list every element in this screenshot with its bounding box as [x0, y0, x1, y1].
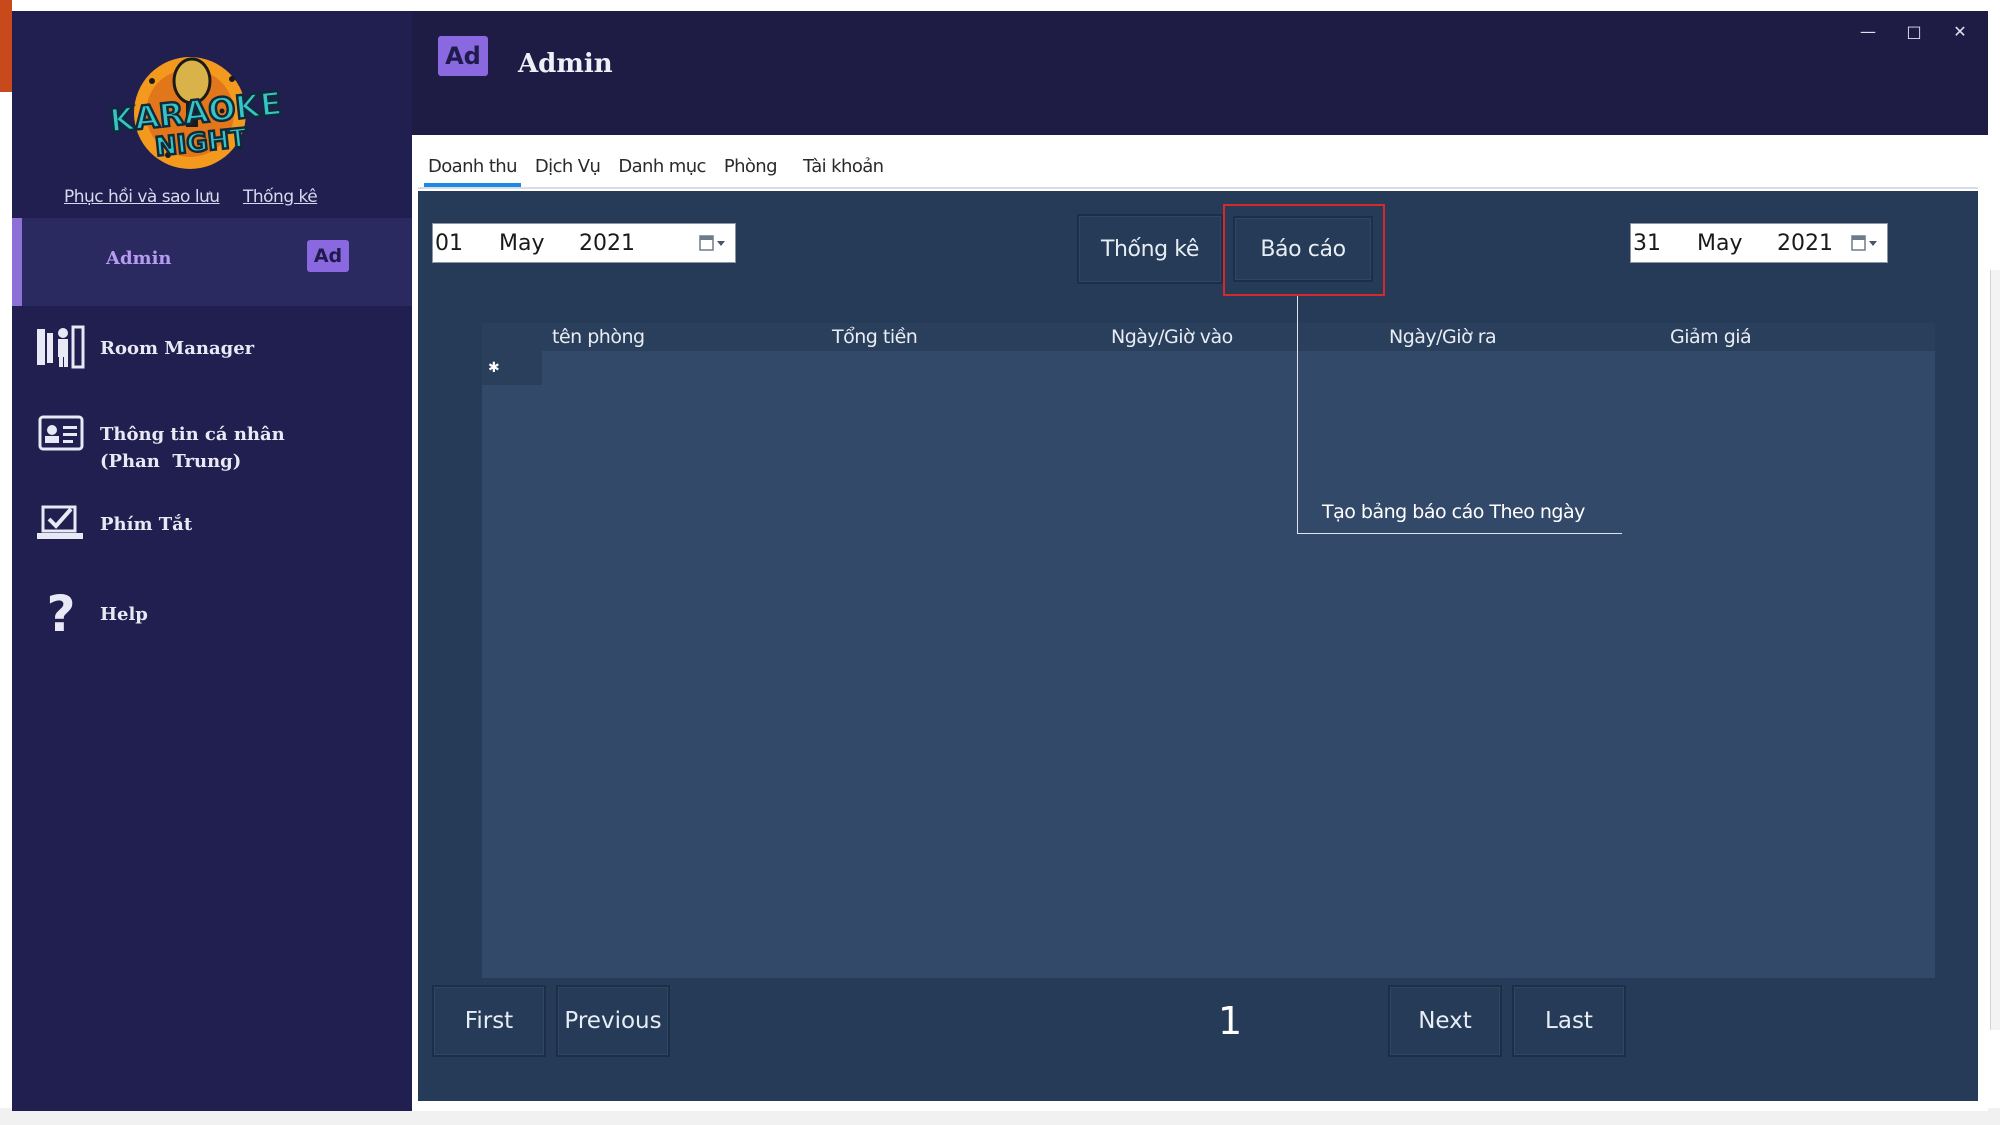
column-header-total[interactable]: Tổng tiền [832, 326, 918, 348]
calendar-dropdown-icon[interactable] [1851, 234, 1879, 252]
backup-restore-link[interactable]: Phục hồi và sao lưu [64, 187, 220, 207]
background-app-edge [0, 0, 12, 92]
new-row-indicator-icon: ✱ [482, 351, 542, 385]
page-number: 1 [1218, 999, 1243, 1043]
first-page-button[interactable]: First [432, 985, 546, 1057]
statistics-button[interactable]: Thống kê [1077, 214, 1223, 284]
calendar-dropdown-icon[interactable] [699, 234, 727, 252]
sidebar-item-label: Phím Tắt [100, 514, 193, 535]
from-date-picker[interactable]: 01 May 2021 [432, 223, 736, 263]
tab-revenue[interactable]: Doanh thu [424, 156, 521, 187]
column-header-check-out[interactable]: Ngày/Giờ ra [1389, 326, 1497, 348]
annotation-leader-vertical [1297, 296, 1298, 533]
column-header-discount[interactable]: Giảm giá [1670, 326, 1752, 348]
content-area: Doanh thu Dịch Vụ Danh mục Phòng Tài kho… [412, 135, 1988, 1111]
from-year[interactable]: 2021 [579, 231, 689, 256]
sidebar-item-label: Help [100, 604, 148, 625]
close-button[interactable]: ✕ [1952, 22, 1968, 41]
column-header-check-in[interactable]: Ngày/Giờ vào [1111, 326, 1233, 348]
sidebar-item-admin[interactable]: Admin Ad [12, 218, 412, 306]
last-page-button[interactable]: Last [1512, 985, 1626, 1057]
page-title: Admin [518, 49, 613, 79]
admin-label: Admin [106, 248, 172, 269]
window-controls: — □ ✕ [1860, 22, 1968, 41]
sidebar-item-label: Thông tin cá nhân (Phan Trung) [100, 424, 285, 472]
question-mark-icon: ? [36, 585, 86, 637]
sidebar-item-room-manager[interactable]: Room Manager [36, 325, 254, 369]
annotation-text: Tạo bảng báo cáo Theo ngày [1322, 501, 1585, 523]
sidebar-item-label: Room Manager [100, 338, 255, 359]
tab-categories[interactable]: Danh mục [614, 156, 709, 187]
sidebar: KARAOKE NIGHT Phục hồi và sao lưu Thống … [12, 11, 412, 1111]
to-month[interactable]: May [1697, 231, 1777, 256]
report-button-highlight [1223, 204, 1385, 296]
sidebar-item-help[interactable]: ? Help [36, 585, 148, 637]
sidebar-item-personal-info[interactable]: Thông tin cá nhân (Phan Trung) [36, 411, 285, 475]
karaoke-night-logo: KARAOKE NIGHT [72, 51, 322, 171]
minimize-button[interactable]: — [1860, 22, 1876, 41]
revenue-data-grid[interactable]: tên phòng Tổng tiền Ngày/Giờ vào Ngày/Gi… [482, 323, 1935, 978]
header-avatar-badge: Ad [438, 36, 488, 76]
previous-page-button[interactable]: Previous [556, 985, 670, 1057]
desktop-background [0, 0, 2000, 10]
tab-divider [418, 187, 1978, 189]
sidebar-item-shortcuts[interactable]: Phím Tắt [36, 501, 192, 545]
tab-services[interactable]: Dịch Vụ [531, 156, 604, 187]
panel-edge [412, 191, 418, 491]
room-manager-icon [36, 325, 86, 369]
to-day[interactable]: 31 [1633, 231, 1697, 256]
tab-bar: Doanh thu Dịch Vụ Danh mục Phòng Tài kho… [412, 135, 1988, 187]
sidebar-links: Phục hồi và sao lưu Thống kê [64, 187, 335, 207]
shortcut-laptop-icon [36, 501, 86, 545]
from-month[interactable]: May [499, 231, 579, 256]
to-date-picker[interactable]: 31 May 2021 [1630, 223, 1888, 263]
tab-accounts[interactable]: Tài khoản [799, 156, 888, 187]
from-day[interactable]: 01 [435, 231, 499, 256]
maximize-button[interactable]: □ [1906, 22, 1922, 41]
admin-avatar-badge: Ad [307, 240, 349, 272]
column-header-room-name[interactable]: tên phòng [552, 326, 645, 348]
revenue-panel: 01 May 2021 Thống kê Báo cáo 31 May 2021 [418, 191, 1978, 1101]
statistics-link[interactable]: Thống kê [243, 187, 318, 207]
app-window: KARAOKE NIGHT Phục hồi và sao lưu Thống … [12, 11, 1988, 1111]
svg-text:?: ? [46, 585, 75, 637]
next-page-button[interactable]: Next [1388, 985, 1502, 1057]
id-card-icon [36, 411, 86, 455]
background-scrollbar [1990, 270, 2000, 1030]
annotation-leader-horizontal [1297, 533, 1622, 534]
grid-header: tên phòng Tổng tiền Ngày/Giờ vào Ngày/Gi… [482, 323, 1935, 351]
tab-rooms[interactable]: Phòng [720, 156, 781, 187]
